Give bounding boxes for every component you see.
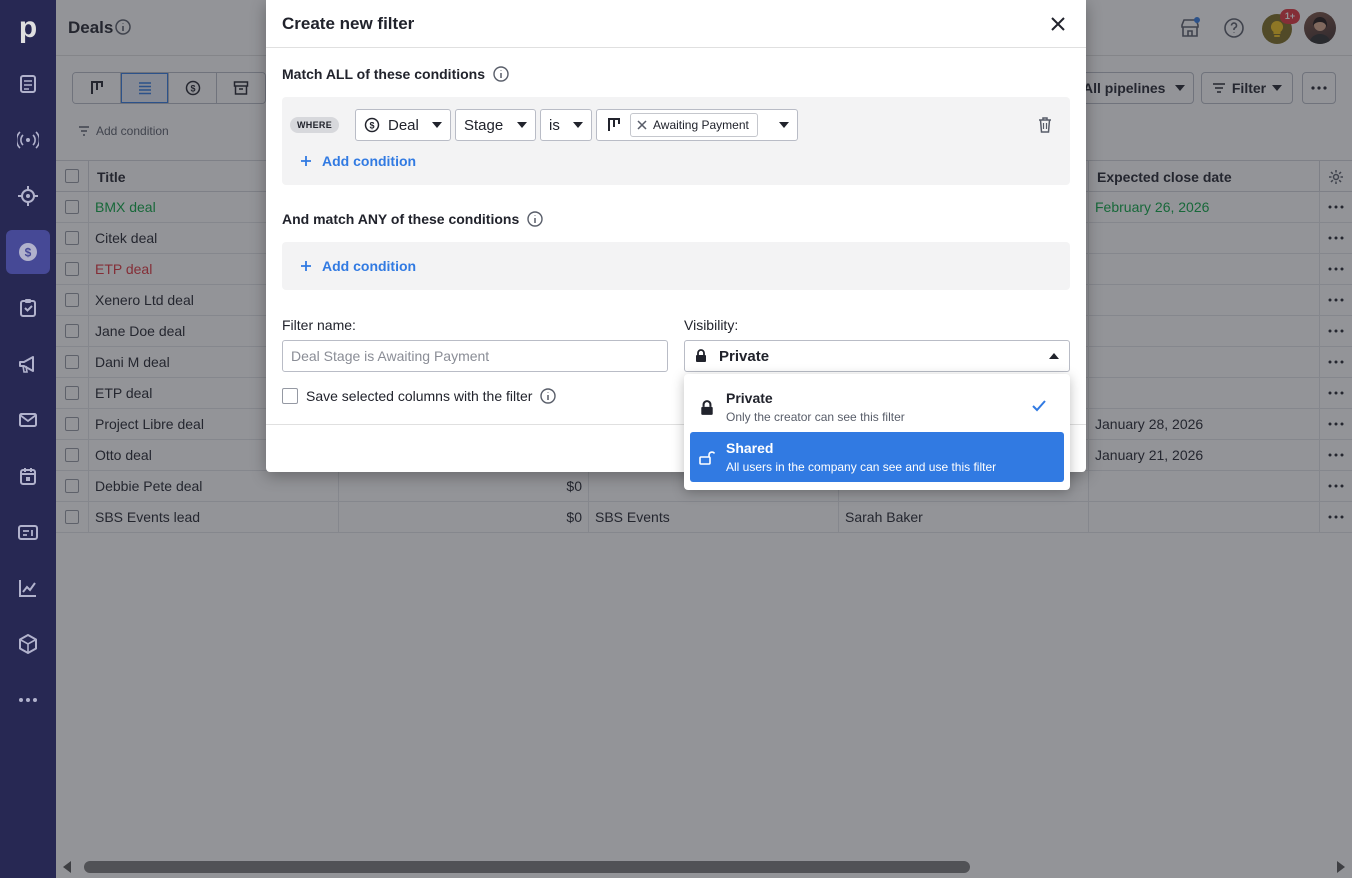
filter-name-label: Filter name: xyxy=(282,317,356,333)
info-icon[interactable] xyxy=(527,211,543,227)
lock-icon xyxy=(696,349,706,362)
where-chip: WHERE xyxy=(290,117,339,133)
visibility-dropdown: Private Only the creator can see this fi… xyxy=(684,374,1070,490)
sidebar-backdrop xyxy=(0,0,56,878)
option-description: All users in the company can see and use… xyxy=(726,460,997,474)
add-condition-label: Add condition xyxy=(322,258,417,274)
filter-name-input[interactable] xyxy=(282,340,668,372)
stage-tag: Awaiting Payment xyxy=(630,113,758,137)
remove-tag-icon[interactable] xyxy=(637,120,647,130)
plus-icon xyxy=(301,261,311,271)
info-icon[interactable] xyxy=(493,66,509,82)
add-condition-all-button[interactable]: Add condition xyxy=(300,153,416,169)
match-all-heading: Match ALL of these conditions xyxy=(282,66,509,82)
stage-value-select[interactable]: Awaiting Payment xyxy=(596,109,798,141)
visibility-select[interactable]: Private xyxy=(684,340,1070,372)
visibility-value: Private xyxy=(719,347,770,365)
trash-icon[interactable] xyxy=(1038,117,1052,133)
save-columns-option[interactable]: Save selected columns with the filter xyxy=(282,388,557,404)
checkmark-icon xyxy=(1032,400,1046,412)
dollar-circle-icon: $ xyxy=(364,117,380,133)
svg-text:$: $ xyxy=(369,121,374,131)
save-columns-label: Save selected columns with the filter xyxy=(306,388,533,404)
entity-select[interactable]: $ Deal xyxy=(355,109,451,141)
match-any-label: And match ANY of these conditions xyxy=(282,211,520,227)
entity-value: Deal xyxy=(388,116,419,134)
chevron-down-icon xyxy=(573,122,583,128)
modal-header: Create new filter xyxy=(266,0,1086,48)
add-condition-any-button[interactable]: Add condition xyxy=(300,258,416,274)
add-condition-label: Add condition xyxy=(322,153,417,169)
option-description: Only the creator can see this filter xyxy=(726,410,905,424)
operator-select[interactable]: is xyxy=(540,109,592,141)
match-all-label: Match ALL of these conditions xyxy=(282,66,486,82)
option-title: Private xyxy=(726,390,773,406)
modal-title: Create new filter xyxy=(282,14,415,33)
visibility-option-private[interactable]: Private Only the creator can see this fi… xyxy=(690,382,1064,432)
chevron-down-icon xyxy=(779,122,789,128)
visibility-label: Visibility: xyxy=(684,317,739,333)
save-columns-checkbox[interactable] xyxy=(282,388,298,404)
chevron-down-icon xyxy=(517,122,527,128)
chevron-down-icon xyxy=(432,122,442,128)
lock-icon xyxy=(701,400,713,415)
stage-tag-label: Awaiting Payment xyxy=(653,118,749,132)
visibility-option-shared[interactable]: Shared All users in the company can see … xyxy=(690,432,1064,482)
close-icon[interactable] xyxy=(1048,14,1068,34)
chevron-up-icon xyxy=(1049,353,1059,359)
option-title: Shared xyxy=(726,440,774,456)
field-value: Stage xyxy=(464,116,504,134)
operator-value: is xyxy=(549,116,560,134)
field-select[interactable]: Stage xyxy=(455,109,536,141)
match-any-conditions: Add condition xyxy=(282,242,1070,290)
plus-icon xyxy=(301,156,311,166)
info-icon[interactable] xyxy=(540,388,557,404)
unlock-icon xyxy=(699,451,715,465)
pipeline-icon xyxy=(608,118,620,131)
match-all-conditions: WHERE $ Deal Stage is Awaiting Payment A… xyxy=(282,97,1070,185)
match-any-heading: And match ANY of these conditions xyxy=(282,211,543,227)
